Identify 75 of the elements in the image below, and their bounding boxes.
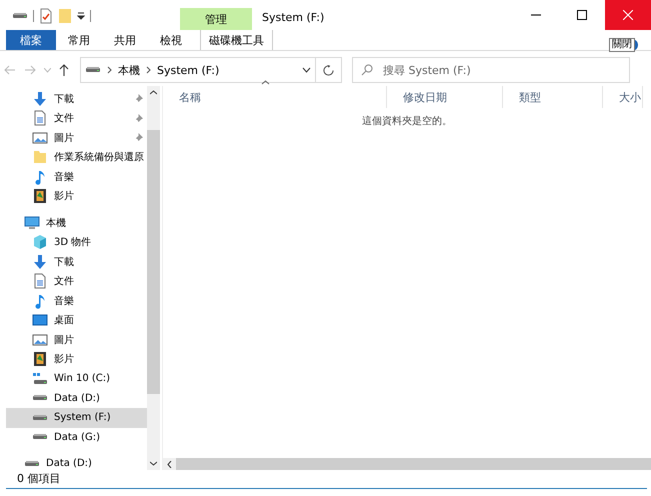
- dropdown-icon[interactable]: [77, 11, 85, 21]
- ribbon-tab[interactable]: 共用: [102, 30, 148, 50]
- search-icon: [361, 64, 373, 76]
- back-arrow-icon: [4, 65, 16, 75]
- sidebar-item[interactable]: 音樂: [0, 167, 147, 186]
- drive-icon: [85, 67, 101, 73]
- sidebar-item[interactable]: 下載: [0, 89, 147, 108]
- sidebar-item[interactable]: 作業系統備份與還原: [0, 148, 147, 167]
- forward-arrow-icon: [24, 65, 36, 75]
- caret-icon: [44, 68, 50, 72]
- pictures-icon: [32, 332, 48, 348]
- dropdown-icon[interactable]: [302, 67, 311, 73]
- ribbon-tab[interactable]: 常用: [56, 30, 102, 50]
- computer-icon: [24, 214, 40, 231]
- folder-icon: [32, 149, 48, 166]
- empty-folder-message: 這個資料夾是空的。: [362, 114, 452, 128]
- sidebar-item[interactable]: 本機: [0, 213, 147, 232]
- film-icon: [32, 351, 48, 368]
- chevron-icon: [146, 66, 151, 74]
- vertical-scrollbar[interactable]: [147, 86, 160, 470]
- tooltip: 關閉: [609, 38, 635, 52]
- sidebar-item[interactable]: 圖片: [0, 330, 147, 350]
- sidebar-item[interactable]: Data (G:): [0, 428, 147, 447]
- search-field[interactable]: 搜尋 System (F:): [352, 57, 630, 83]
- drive-icon: [32, 414, 48, 421]
- ribbon-tab[interactable]: 磁碟機工具: [200, 30, 273, 50]
- sidebar-item[interactable]: 影片: [0, 186, 147, 206]
- horizontal-scrollbar[interactable]: [163, 458, 651, 470]
- up-arrow-icon: [59, 64, 69, 76]
- sidebar-item[interactable]: System (F:): [6, 408, 147, 428]
- column-header[interactable]: 名稱: [163, 86, 387, 108]
- column-header[interactable]: 修改日期: [387, 86, 503, 108]
- sidebar-item[interactable]: 下載: [0, 252, 147, 272]
- sidebar-item[interactable]: 文件: [0, 272, 147, 291]
- column-header[interactable]: 大小: [603, 86, 643, 108]
- document-icon: [32, 273, 48, 290]
- sidebar-item[interactable]: 音樂: [0, 291, 147, 310]
- ribbon-tab[interactable]: 檔案: [6, 30, 56, 50]
- document-icon: [32, 110, 48, 126]
- ribbon-tab[interactable]: 檢視: [148, 30, 194, 50]
- film-icon: [32, 188, 48, 204]
- address-bar[interactable]: 本機 System (F:): [80, 57, 316, 83]
- close-icon: [623, 10, 633, 20]
- cube-icon: [32, 234, 48, 250]
- column-header[interactable]: 類型: [503, 86, 603, 108]
- window-title: System (F:): [261, 11, 326, 26]
- item-count: 0 個項目: [17, 470, 60, 486]
- drive-icon: [32, 395, 48, 402]
- drive-icon: [24, 460, 40, 467]
- system-drive-icon: [32, 370, 48, 387]
- sidebar-item[interactable]: Data (D:): [0, 454, 147, 474]
- download-arrow-icon: [32, 254, 48, 270]
- download-arrow-icon: [32, 90, 48, 107]
- sidebar-item[interactable]: 文件: [0, 108, 147, 128]
- pictures-icon: [32, 130, 48, 146]
- sidebar-item[interactable]: Data (D:): [0, 388, 147, 408]
- drive-icon: [32, 434, 48, 440]
- sidebar-item[interactable]: 圖片: [0, 128, 147, 148]
- context-tab-group: 管理: [180, 8, 252, 30]
- breadcrumb[interactable]: 本機: [118, 62, 140, 78]
- properties-icon[interactable]: [39, 8, 53, 24]
- sidebar-item[interactable]: 桌面: [0, 310, 147, 330]
- scroll-up-icon[interactable]: [150, 90, 157, 95]
- scroll-left-icon[interactable]: [167, 460, 172, 468]
- chevron-icon: [107, 66, 112, 74]
- maximize-icon: [577, 10, 587, 20]
- sidebar-item[interactable]: Win 10 (C:): [0, 369, 147, 388]
- scroll-down-icon[interactable]: [150, 461, 157, 466]
- desktop-icon: [32, 312, 48, 328]
- sidebar-item[interactable]: 3D 物件: [0, 232, 147, 252]
- drive-icon: [12, 13, 28, 19]
- sidebar-item[interactable]: 影片: [0, 350, 147, 369]
- refresh-button[interactable]: [316, 57, 342, 83]
- breadcrumb[interactable]: System (F:): [157, 64, 220, 76]
- refresh-icon: [323, 64, 334, 76]
